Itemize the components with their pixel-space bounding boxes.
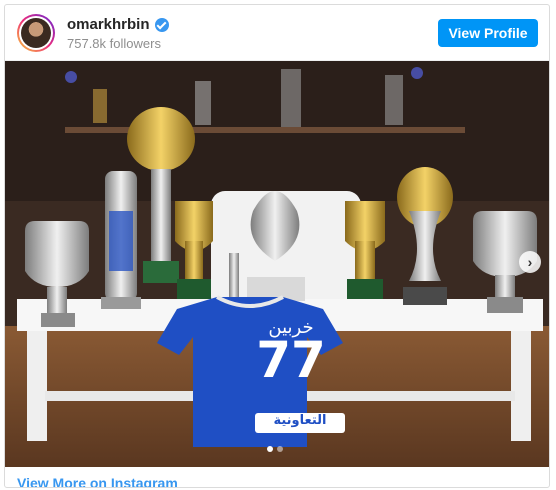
jersey-sponsor: التعاونية (255, 413, 345, 433)
carousel-dot (277, 446, 283, 452)
view-profile-button[interactable]: View Profile (438, 19, 538, 47)
username-row: omarkhrbin (67, 16, 169, 33)
carousel-dot (267, 446, 273, 452)
trophy-photo (5, 61, 549, 467)
avatar[interactable] (17, 14, 55, 52)
chevron-right-icon[interactable]: › (519, 251, 541, 273)
username[interactable]: omarkhrbin (67, 16, 150, 33)
carousel-dots (267, 446, 283, 452)
jersey-number: 77 (256, 331, 326, 389)
post-photo[interactable]: خربين 77 التعاونية › (5, 61, 549, 467)
verified-badge-icon (154, 17, 169, 32)
view-more-link[interactable]: View More on Instagram (17, 475, 178, 487)
instagram-embed: omarkhrbin 757.8k followers View Profile (4, 4, 550, 488)
follower-count: 757.8k followers (67, 36, 161, 51)
post-header: omarkhrbin 757.8k followers View Profile (5, 5, 549, 61)
